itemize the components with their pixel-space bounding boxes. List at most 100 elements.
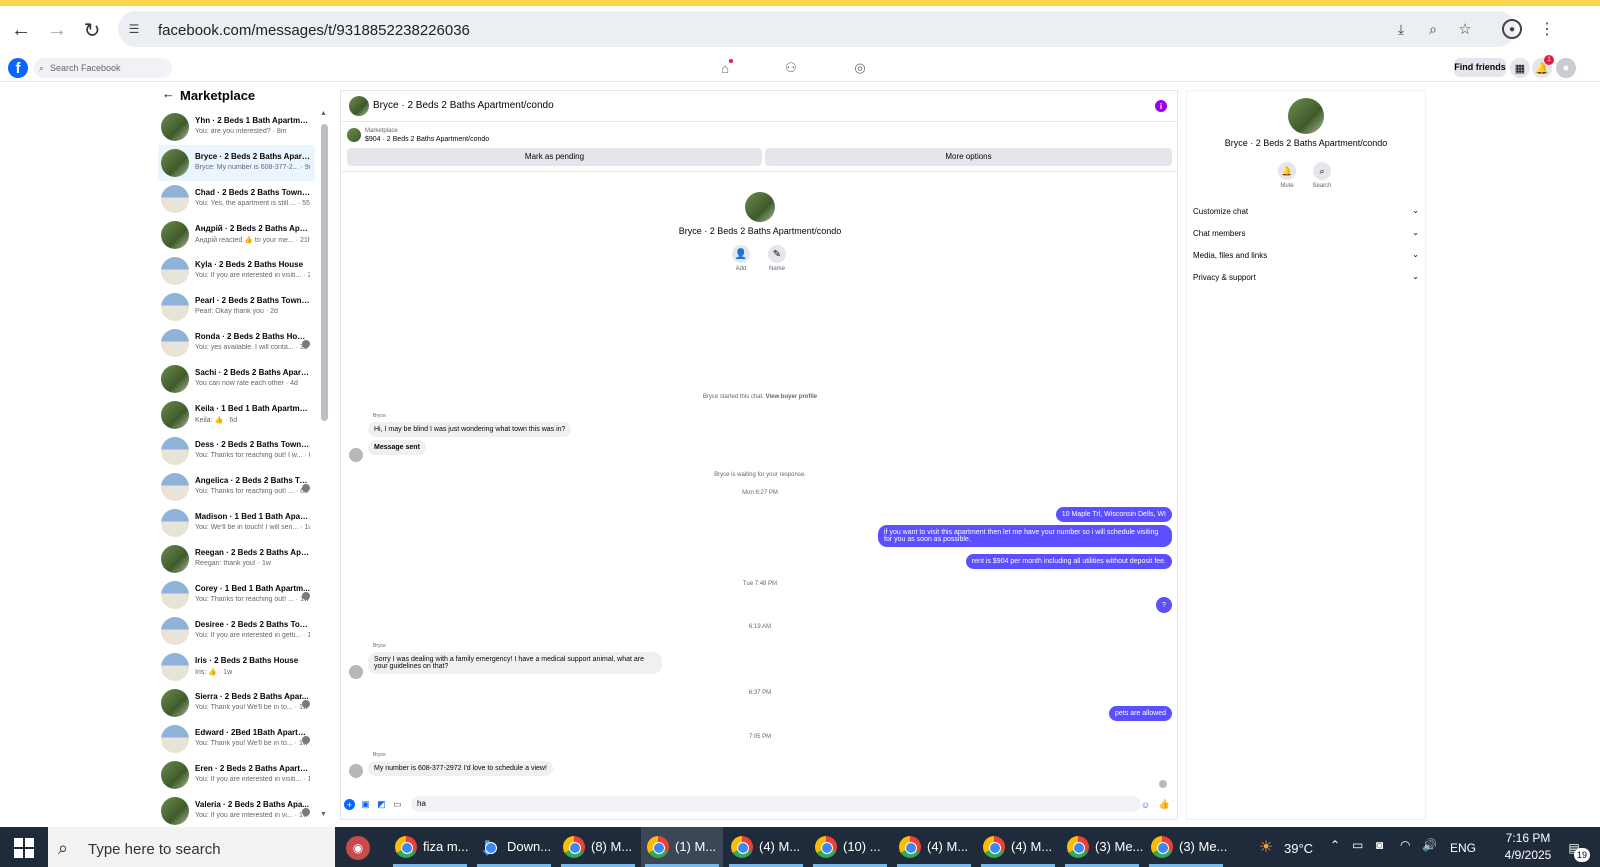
conversation-item[interactable]: Андрій · 2 Beds 2 Baths Apart... Андрій r… (158, 217, 315, 253)
view-buyer-profile-link[interactable]: View buyer profile (766, 394, 818, 400)
search-placeholder: Search Facebook (50, 63, 121, 73)
conversation-item[interactable]: Kyla · 2 Beds 2 Baths House You: If you a… (158, 253, 315, 289)
conversation-time: 4d (290, 380, 298, 387)
listing-thumbnail[interactable] (347, 128, 361, 142)
conversation-time: 6d (309, 452, 310, 459)
site-settings-icon[interactable]: ☰ (126, 21, 142, 37)
conversation-item[interactable]: Ronda · 2 Beds 2 Baths House You: yes ava… (158, 325, 315, 361)
taskbar-app-button[interactable]: (10) ... (809, 827, 891, 867)
conversation-item[interactable]: Iris · 2 Beds 2 Baths House Iris: 👍 · 1w (158, 649, 315, 685)
conversation-item[interactable]: Corey · 1 Bed 1 Bath Apartm... You: Thank… (158, 577, 315, 613)
conversation-snippet: Pearl: Okay thank you · 2d (195, 308, 278, 315)
facebook-logo-icon[interactable]: f (8, 58, 28, 78)
conversation-item[interactable]: Reegan · 2 Beds 2 Baths Apart... Reegan: … (158, 541, 315, 577)
zoom-icon[interactable]: ⌕ (1424, 20, 1442, 38)
taskbar-app-button[interactable]: ⬇ Down... (473, 827, 555, 867)
search-conversation-button[interactable]: ⌕ Search (1305, 162, 1339, 189)
gif-icon[interactable]: ▭ (392, 799, 403, 810)
groups-icon[interactable]: ◎ (852, 60, 868, 76)
conversation-item[interactable]: Dess · 2 Beds 2 Baths Townho... You: Than… (158, 433, 315, 469)
conversation-item[interactable]: Eren · 2 Beds 2 Baths Apartme... You: If … (158, 757, 315, 793)
account-avatar[interactable]: ● (1556, 58, 1576, 78)
details-name: Bryce · 2 Beds 2 Baths Apartment/condo (1224, 138, 1388, 148)
clock-time[interactable]: 7:16 PM (1496, 831, 1560, 845)
add-button[interactable]: 👤 Add (731, 245, 751, 272)
conversation-avatar (161, 509, 189, 537)
conversation-item[interactable]: Sachi · 2 Beds 2 Baths Apartm... You can … (158, 361, 315, 397)
conversation-item[interactable]: Yhn · 2 Beds 1 Bath Apartmen... You: are … (158, 109, 315, 145)
sender-avatar[interactable] (349, 764, 363, 778)
camera-icon[interactable]: ◙ (1376, 838, 1383, 852)
info-icon[interactable]: i (1155, 100, 1167, 112)
chat-avatar[interactable] (349, 96, 369, 116)
conversation-time: 1w (261, 560, 271, 567)
conversation-item[interactable]: Desiree · 2 Beds 2 Baths Town... You: If … (158, 613, 315, 649)
emoji-icon[interactable]: ☺ (1140, 799, 1151, 810)
menu-grid-icon[interactable]: ▦ (1510, 58, 1530, 78)
conversation-item[interactable]: Sierra · 2 Beds 2 Baths Apar... You: Than… (158, 685, 315, 721)
back-arrow-icon[interactable]: ← (6, 15, 36, 45)
taskbar-app-button[interactable]: fiza m... (389, 827, 471, 867)
name-button[interactable]: ✎ Name (767, 245, 787, 272)
search-icon: ⌕ (58, 838, 69, 858)
scroll-down-icon[interactable]: ▼ (320, 811, 327, 818)
scroll-up-icon[interactable]: ▲ (320, 110, 327, 117)
listing-price-title[interactable]: $904 · 2 Beds 2 Baths Apartment/condo (365, 136, 489, 143)
friends-icon[interactable]: ⚇ (783, 60, 799, 76)
install-app-icon[interactable]: ⤓ (1392, 20, 1410, 38)
more-options-button[interactable]: More options (765, 148, 1172, 166)
photo-icon[interactable]: ▣ (360, 799, 371, 810)
plus-icon[interactable]: + (344, 799, 355, 810)
windows-start-icon[interactable] (14, 838, 34, 858)
chat-title[interactable]: Bryce · 2 Beds 2 Baths Apartment/condo (373, 100, 554, 111)
reload-icon[interactable]: ↻ (77, 15, 107, 45)
weather-temp[interactable]: 39°C (1284, 841, 1313, 856)
conversation-avatar (161, 581, 189, 609)
facebook-search-input[interactable]: ⌕ Search Facebook (34, 58, 172, 78)
chat-members-row[interactable]: Chat members ⌄ (1193, 225, 1419, 243)
mark-as-pending-button[interactable]: Mark as pending (347, 148, 762, 166)
taskbar-app-button[interactable]: (8) M... (557, 827, 639, 867)
taskbar-app-button[interactable]: (3) Me... (1061, 827, 1143, 867)
weather-icon[interactable]: ☀ (1255, 836, 1277, 858)
back-arrow-icon[interactable]: ← (162, 86, 175, 101)
taskbar-app-button[interactable]: (1) M... (641, 827, 723, 867)
tray-expand-icon[interactable]: ⌃ (1330, 838, 1340, 852)
conversation-item[interactable]: Bryce · 2 Beds 2 Baths Apartm... Bryce: M… (158, 145, 315, 181)
media-files-links-row[interactable]: Media, files and links ⌄ (1193, 247, 1419, 265)
clock-date[interactable]: 4/9/2025 (1496, 848, 1560, 862)
mute-button[interactable]: 🔔 Mute (1270, 162, 1304, 189)
conversation-item[interactable]: Edward · 2Bed 1Bath Apartm... You: Thank … (158, 721, 315, 757)
taskbar-app-button[interactable]: (4) M... (977, 827, 1059, 867)
details-avatar[interactable] (1288, 98, 1324, 134)
taskbar-app-button[interactable]: (4) M... (893, 827, 975, 867)
taskbar-app-button[interactable]: (4) M... (725, 827, 807, 867)
chevron-down-icon: ⌄ (1412, 206, 1419, 215)
scrollbar-thumb[interactable] (321, 124, 328, 421)
conversation-item[interactable]: Chad · 2 Beds 2 Baths Townho... You: Yes,… (158, 181, 315, 217)
conversation-item[interactable]: Keila · 1 Bed 1 Bath Apartment... Keila: … (158, 397, 315, 433)
sender-avatar[interactable] (349, 665, 363, 679)
conversation-item[interactable]: Valeria · 2 Beds 2 Baths Apa... You: If y… (158, 793, 315, 829)
battery-icon[interactable]: ▭ (1352, 838, 1363, 852)
find-friends-button[interactable]: Find friends (1454, 58, 1506, 77)
profile-icon[interactable]: ● (1502, 19, 1522, 39)
pinned-app-icon[interactable]: ◉ (346, 836, 370, 860)
customize-chat-row[interactable]: Customize chat ⌄ (1193, 203, 1419, 221)
privacy-support-row[interactable]: Privacy & support ⌄ (1193, 269, 1419, 287)
conversation-item[interactable]: Pearl · 2 Beds 2 Baths Townho... Pearl: O… (158, 289, 315, 325)
menu-kebab-icon[interactable]: ⋮ (1538, 20, 1556, 38)
language-indicator[interactable]: ENG (1450, 841, 1476, 855)
conversation-item[interactable]: Angelica · 2 Beds 2 Baths To... You: Than… (158, 469, 315, 505)
message-input[interactable]: ha (411, 796, 1141, 812)
wifi-icon[interactable]: ◠ (1400, 838, 1410, 852)
conversation-item[interactable]: Madison · 1 Bed 1 Bath Apart... You: We'l… (158, 505, 315, 541)
sticker-icon[interactable]: ◩ (376, 799, 387, 810)
bookmark-star-icon[interactable]: ☆ (1456, 20, 1474, 38)
sender-avatar[interactable] (349, 448, 363, 462)
taskbar-app-button[interactable]: (3) Me... (1145, 827, 1227, 867)
forward-arrow-icon[interactable]: → (42, 15, 72, 45)
profile-avatar[interactable] (745, 192, 775, 222)
thumbs-up-icon[interactable]: 👍 (1159, 799, 1170, 810)
volume-icon[interactable]: 🔊 (1422, 838, 1437, 852)
